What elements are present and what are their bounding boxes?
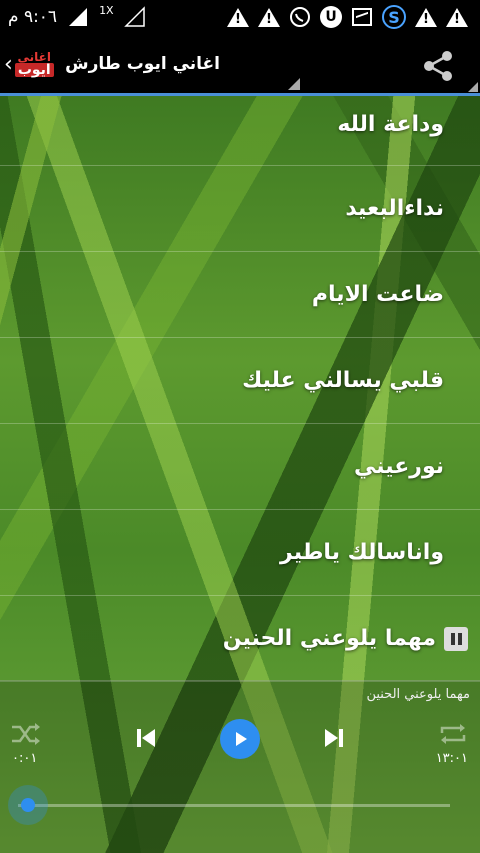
chevron-left-icon: ‹ (4, 51, 13, 77)
warning-icon (446, 6, 468, 28)
play-button[interactable] (220, 719, 260, 759)
time-total: ١٣:٠١ (435, 751, 468, 766)
status-left: ٩:٠٦ م 1X (8, 3, 146, 28)
whatsapp-icon (289, 6, 311, 28)
status-right: U S (227, 5, 468, 29)
skip-previous-icon (137, 729, 155, 747)
skip-next-icon (325, 729, 343, 747)
seek-bar[interactable] (18, 804, 450, 807)
player-panel: مهما يلوعني الحنين ٠:٠١ ١٣:٠١ (0, 680, 480, 853)
pause-icon (444, 626, 468, 651)
shuffle-button[interactable] (10, 721, 42, 747)
song-title: وداعة الله (337, 112, 444, 137)
list-item-current[interactable]: مهما يلوعني الحنين (0, 596, 480, 682)
list-item[interactable]: واناسالك ياطير (0, 510, 480, 596)
status-time: ٩:٠٦ م (8, 7, 58, 27)
list-item[interactable]: ضاعت الايام (0, 252, 480, 338)
title-dropdown-indicator-icon (288, 78, 300, 90)
song-list: وداعة الله نداءالبعيد ضاعت الايام قلبي ي… (0, 96, 480, 682)
song-title: واناسالك ياطير (280, 540, 444, 565)
repeat-button[interactable] (438, 721, 468, 747)
signal-empty-icon (123, 6, 146, 28)
song-title: قلبي يسالني عليك (242, 368, 444, 393)
next-button[interactable] (322, 726, 346, 750)
seek-thumb[interactable] (8, 785, 48, 825)
logo-box: اغاني ايوب (14, 51, 54, 77)
list-item[interactable]: قلبي يسالني عليك (0, 338, 480, 424)
song-title: نداءالبعيد (345, 196, 444, 221)
signal-icon (67, 6, 89, 28)
status-bar: ٩:٠٦ م 1X U S (0, 0, 480, 34)
list-item[interactable]: نورعيني (0, 424, 480, 510)
s-app-icon: S (382, 5, 406, 29)
logo-bottom-text: ايوب (14, 63, 54, 77)
play-icon (236, 732, 247, 746)
time-elapsed: ٠:٠١ (12, 751, 38, 766)
previous-button[interactable] (134, 726, 158, 750)
song-title: نورعيني (354, 454, 444, 479)
warning-icon (415, 6, 437, 28)
song-title: مهما يلوعني الحنين (222, 626, 436, 651)
shuffle-icon (12, 723, 40, 745)
app-title: اغاني ايوب طارش (65, 54, 220, 74)
repeat-icon (440, 724, 466, 744)
song-title: ضاعت الايام (311, 282, 444, 307)
action-bar: ‹ اغاني ايوب اغاني ايوب طارش (0, 34, 480, 96)
u-app-icon: U (320, 6, 342, 28)
now-playing-title: مهما يلوعني الحنين (366, 687, 470, 702)
menu-dropdown-indicator-icon (468, 82, 478, 92)
warning-icon (258, 6, 280, 28)
list-item[interactable]: وداعة الله (0, 96, 480, 166)
list-item[interactable]: نداءالبعيد (0, 166, 480, 252)
image-icon (351, 6, 373, 28)
app-logo[interactable]: ‹ اغاني ايوب (4, 42, 64, 86)
share-button[interactable] (420, 48, 456, 84)
share-icon (424, 51, 452, 81)
warning-icon (227, 6, 249, 28)
signal-label: 1X (99, 3, 114, 17)
